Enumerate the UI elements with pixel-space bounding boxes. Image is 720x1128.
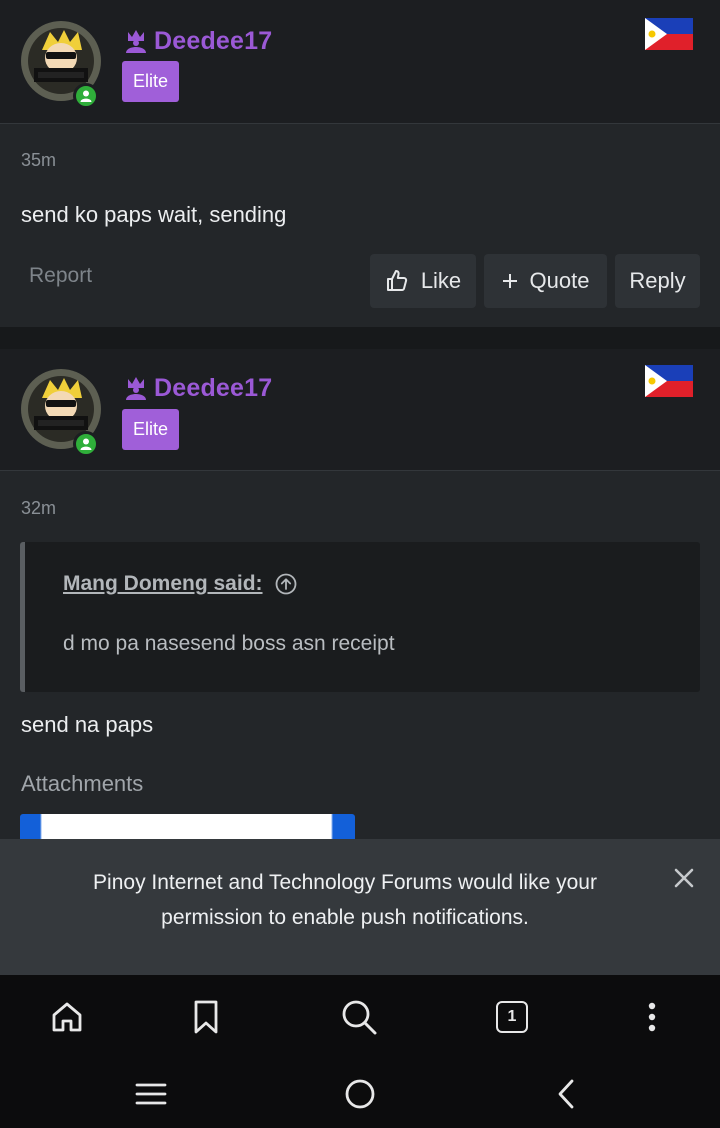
user-tier-icon	[126, 30, 146, 53]
like-button[interactable]: Like	[370, 254, 476, 308]
post-header: Deedee17 Elite	[0, 349, 720, 471]
arrow-up-circle-icon[interactable]	[275, 573, 297, 595]
circle-home-icon	[345, 1079, 375, 1109]
forum-post: Deedee17 Elite 35m send ko paps wait, se…	[0, 0, 720, 327]
philippines-flag-icon	[645, 365, 693, 397]
plus-icon	[502, 274, 517, 288]
push-notification-text: Pinoy Internet and Technology Forums wou…	[93, 871, 597, 929]
user-line: Deedee17	[124, 24, 272, 58]
quote-text: d mo pa nasesend boss asn receipt	[63, 632, 395, 655]
user-badge: Elite	[122, 61, 179, 102]
bookmark-icon	[194, 1000, 218, 1034]
user-line: Deedee17	[124, 371, 272, 405]
quote-label: Quote	[529, 268, 590, 293]
recent-apps-icon	[135, 1083, 167, 1105]
home-button[interactable]	[45, 995, 89, 1039]
more-vertical-icon	[648, 1002, 656, 1032]
post-timestamp[interactable]: 32m	[21, 498, 56, 519]
quote-author-link[interactable]: Mang Domeng said:	[63, 572, 263, 596]
post-message: send na paps	[21, 712, 154, 737]
post-timestamp[interactable]: 35m	[21, 150, 56, 171]
like-label: Like	[420, 268, 462, 293]
app-screen: Deedee17 Elite 35m send ko paps wait, se…	[0, 0, 720, 1128]
username-link[interactable]: Deedee17	[154, 374, 272, 403]
search-icon	[342, 1000, 377, 1035]
bookmark-button[interactable]	[184, 995, 228, 1039]
online-status-icon	[73, 431, 99, 457]
system-home-button[interactable]	[338, 1072, 382, 1116]
avatar[interactable]	[20, 368, 102, 457]
user-badge: Elite	[122, 409, 179, 450]
quote-button[interactable]: Quote	[484, 254, 607, 308]
philippines-flag-icon	[645, 18, 693, 50]
post-header: Deedee17 Elite	[0, 0, 720, 124]
thumbs-up-icon	[386, 270, 407, 291]
reply-button[interactable]: Reply	[615, 254, 700, 308]
avatar[interactable]	[20, 20, 102, 109]
push-notification-banner: Pinoy Internet and Technology Forums wou…	[0, 839, 720, 975]
report-link[interactable]: Report	[29, 264, 92, 288]
close-icon[interactable]	[670, 864, 698, 892]
username-link[interactable]: Deedee17	[154, 27, 272, 56]
forum-post: Deedee17 Elite 32m Mang Domeng said: d m…	[0, 349, 720, 849]
post-message: send ko paps wait, sending	[21, 202, 287, 227]
system-back-button[interactable]	[544, 1072, 588, 1116]
system-navigation-bar	[0, 1058, 720, 1128]
tab-count: 1	[496, 1001, 528, 1033]
quote-header: Mang Domeng said:	[63, 572, 297, 596]
tabs-button[interactable]: 1	[490, 995, 534, 1039]
attachments-heading: Attachments	[21, 771, 144, 796]
online-status-icon	[73, 83, 99, 109]
user-tier-icon	[126, 377, 146, 400]
reply-label: Reply	[629, 268, 686, 293]
quote-block: Mang Domeng said: d mo pa nasesend boss …	[20, 542, 700, 692]
home-icon	[52, 1002, 82, 1032]
menu-button[interactable]	[630, 995, 674, 1039]
back-icon	[558, 1079, 574, 1109]
browser-toolbar: 1	[0, 975, 720, 1058]
post-actions: Report Like Quote Reply	[0, 254, 720, 308]
recent-apps-button[interactable]	[129, 1072, 173, 1116]
search-button[interactable]	[337, 995, 381, 1039]
